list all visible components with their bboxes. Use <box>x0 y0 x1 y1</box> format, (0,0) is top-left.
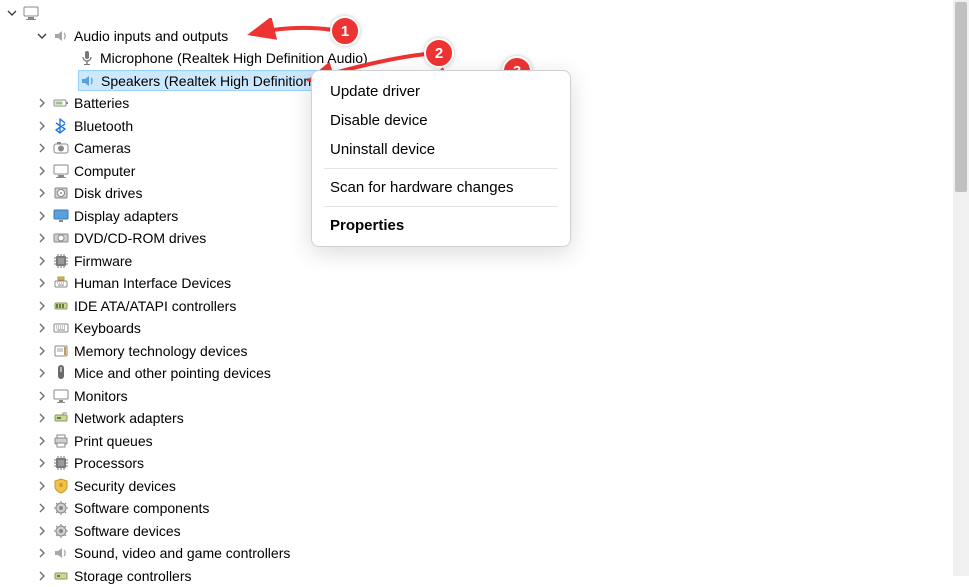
category-label: Print queues <box>74 433 153 449</box>
chevron-right-icon[interactable] <box>36 255 48 267</box>
printer-icon <box>52 432 70 450</box>
category-label: Display adapters <box>74 208 178 224</box>
ide-icon <box>52 297 70 315</box>
category-label: Disk drives <box>74 185 142 201</box>
category-mice[interactable]: Mice and other pointing devices <box>4 362 969 385</box>
category-label: Audio inputs and outputs <box>74 28 228 44</box>
category-label: Keyboards <box>74 320 141 336</box>
category-label: Human Interface Devices <box>74 275 231 291</box>
chevron-right-icon[interactable] <box>36 525 48 537</box>
category-label: Network adapters <box>74 410 184 426</box>
menu-update-driver[interactable]: Update driver <box>316 77 566 106</box>
category-label: Computer <box>74 163 135 179</box>
menu-separator <box>324 168 558 169</box>
keyboard-icon <box>52 319 70 337</box>
category-label: DVD/CD-ROM drives <box>74 230 206 246</box>
category-label: Mice and other pointing devices <box>74 365 271 381</box>
step-badge-2: 2 <box>424 38 454 68</box>
gear-icon <box>52 522 70 540</box>
dvd-icon <box>52 229 70 247</box>
category-label: IDE ATA/ATAPI controllers <box>74 298 236 314</box>
hid-icon <box>52 274 70 292</box>
chevron-right-icon[interactable] <box>36 97 48 109</box>
disk-icon <box>52 184 70 202</box>
chevron-right-icon[interactable] <box>36 300 48 312</box>
display-icon <box>52 207 70 225</box>
chevron-right-icon[interactable] <box>36 165 48 177</box>
speaker-icon <box>52 544 70 562</box>
chevron-right-icon[interactable] <box>36 120 48 132</box>
computer-icon <box>52 162 70 180</box>
microphone-icon <box>78 49 96 67</box>
category-keyboards[interactable]: Keyboards <box>4 317 969 340</box>
chevron-right-icon[interactable] <box>36 457 48 469</box>
monitor-icon <box>52 387 70 405</box>
category-label: Software components <box>74 500 209 516</box>
chevron-right-icon[interactable] <box>36 142 48 154</box>
chevron-right-icon[interactable] <box>36 322 48 334</box>
step-badge-1: 1 <box>330 16 360 46</box>
category-label: Processors <box>74 455 144 471</box>
chevron-down-icon[interactable] <box>36 30 48 42</box>
chevron-down-icon[interactable] <box>6 7 18 19</box>
vertical-scrollbar[interactable] <box>953 0 969 576</box>
chevron-right-icon[interactable] <box>36 502 48 514</box>
chevron-right-icon[interactable] <box>36 390 48 402</box>
menu-uninstall-device[interactable]: Uninstall device <box>316 135 566 164</box>
category-software-devices[interactable]: Software devices <box>4 520 969 543</box>
category-processors[interactable]: Processors <box>4 452 969 475</box>
chevron-right-icon[interactable] <box>36 547 48 559</box>
category-label: Sound, video and game controllers <box>74 545 290 561</box>
category-label: Software devices <box>74 523 181 539</box>
bluetooth-icon <box>52 117 70 135</box>
category-sound-video-game[interactable]: Sound, video and game controllers <box>4 542 969 565</box>
computer-icon <box>22 4 40 22</box>
category-label: Security devices <box>74 478 176 494</box>
context-menu[interactable]: Update driver Disable device Uninstall d… <box>311 70 571 247</box>
camera-icon <box>52 139 70 157</box>
menu-scan-hardware[interactable]: Scan for hardware changes <box>316 173 566 202</box>
chevron-right-icon[interactable] <box>36 435 48 447</box>
category-audio[interactable]: Audio inputs and outputs <box>4 25 969 48</box>
gear-icon <box>52 499 70 517</box>
chevron-right-icon[interactable] <box>36 210 48 222</box>
chevron-right-icon[interactable] <box>36 187 48 199</box>
menu-properties[interactable]: Properties <box>316 211 566 240</box>
chip-icon <box>52 454 70 472</box>
category-label: Batteries <box>74 95 129 111</box>
mouse-icon <box>52 364 70 382</box>
category-hid[interactable]: Human Interface Devices <box>4 272 969 295</box>
category-network-adapters[interactable]: Network adapters <box>4 407 969 430</box>
menu-disable-device[interactable]: Disable device <box>316 106 566 135</box>
chevron-right-icon[interactable] <box>36 367 48 379</box>
shield-icon <box>52 477 70 495</box>
chevron-right-icon[interactable] <box>36 232 48 244</box>
category-label: Monitors <box>74 388 128 404</box>
category-label: Cameras <box>74 140 131 156</box>
scrollbar-thumb[interactable] <box>955 2 967 192</box>
card-icon <box>52 342 70 360</box>
category-monitors[interactable]: Monitors <box>4 385 969 408</box>
category-print-queues[interactable]: Print queues <box>4 430 969 453</box>
speaker-icon <box>79 72 97 90</box>
speaker-icon <box>52 27 70 45</box>
chevron-right-icon[interactable] <box>36 345 48 357</box>
battery-icon <box>52 94 70 112</box>
category-label: Memory technology devices <box>74 343 248 359</box>
network-icon <box>52 409 70 427</box>
chevron-right-icon[interactable] <box>36 412 48 424</box>
category-label: Firmware <box>74 253 132 269</box>
category-firmware[interactable]: Firmware <box>4 250 969 273</box>
chevron-right-icon[interactable] <box>36 480 48 492</box>
category-label: Bluetooth <box>74 118 133 134</box>
tree-root-row[interactable] <box>4 2 969 25</box>
category-software-components[interactable]: Software components <box>4 497 969 520</box>
chip-icon <box>52 252 70 270</box>
category-memory-tech[interactable]: Memory technology devices <box>4 340 969 363</box>
category-ide-ata[interactable]: IDE ATA/ATAPI controllers <box>4 295 969 318</box>
menu-separator <box>324 206 558 207</box>
category-security-devices[interactable]: Security devices <box>4 475 969 498</box>
chevron-right-icon[interactable] <box>36 277 48 289</box>
